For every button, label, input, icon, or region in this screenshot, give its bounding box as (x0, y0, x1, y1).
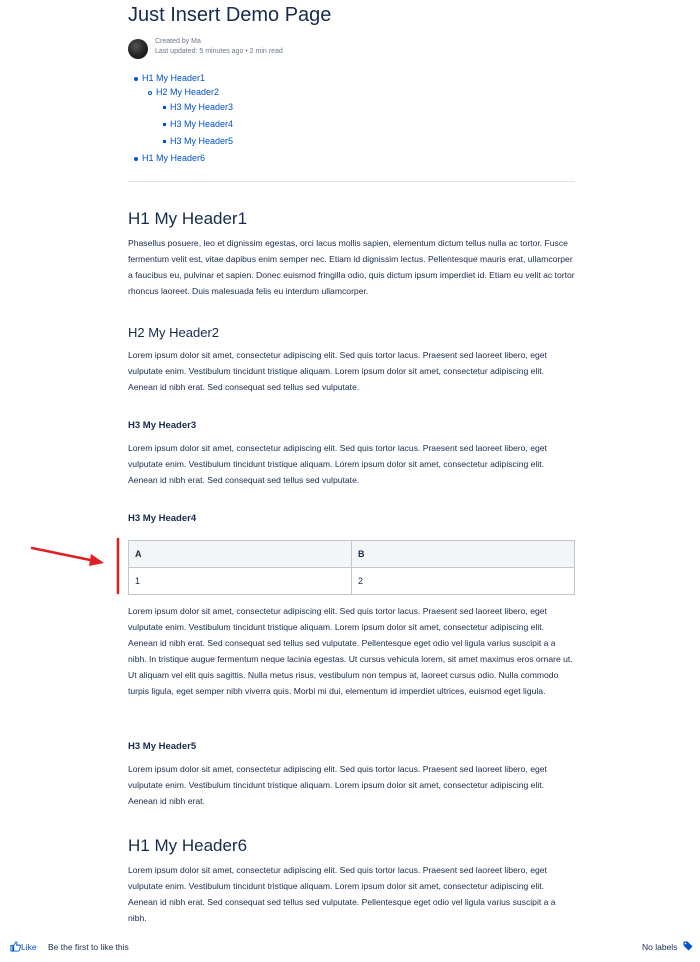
paragraph-header6: Lorem ipsum dolor sit amet, consectetur … (128, 865, 556, 923)
like-button[interactable]: Like (21, 942, 37, 952)
toc-bullet (163, 140, 166, 143)
data-table: A B 1 2 (128, 540, 575, 595)
table-header-cell: A (129, 541, 352, 568)
toc-link-header1[interactable]: H1 My Header1 (142, 73, 205, 83)
toc-bullet (134, 157, 138, 161)
labels-status: No labels (642, 942, 678, 952)
toc-link-header4[interactable]: H3 My Header4 (170, 119, 233, 129)
like-prompt: Be the first to like this (48, 942, 129, 952)
toc-bullet (148, 91, 152, 95)
last-updated[interactable]: Last updated: 5 minutes ago • 2 min read (155, 48, 283, 55)
toc-link-header2[interactable]: H2 My Header2 (156, 87, 219, 97)
toc-bullet (134, 77, 138, 81)
paragraph-header1: Phasellus posuere, leo et dignissim eges… (128, 238, 575, 296)
heading-h1-header6: H1 My Header6 (128, 836, 248, 855)
table-header-cell: B (352, 541, 574, 568)
annotation-arrow (30, 546, 97, 563)
table-cell: 1 (129, 568, 352, 595)
table-cell: 2 (358, 576, 364, 586)
toc-bullet (163, 106, 166, 109)
divider (128, 181, 575, 182)
toc-link-header5[interactable]: H3 My Header5 (170, 136, 233, 146)
tag-icon[interactable] (683, 941, 693, 951)
byline: Created by Ma Last updated: 5 minutes ag… (128, 38, 428, 60)
page-title: Just Insert Demo Page (128, 4, 332, 26)
paragraph-header4: Lorem ipsum dolor sit amet, consectetur … (128, 606, 573, 696)
paragraph-header3: Lorem ipsum dolor sit amet, consectetur … (128, 443, 547, 485)
heading-h1-header1: H1 My Header1 (128, 209, 248, 228)
paragraph-header5: Lorem ipsum dolor sit amet, consectetur … (128, 764, 547, 806)
heading-h3-header4: H3 My Header4 (128, 513, 197, 524)
heading-h3-header5: H3 My Header5 (128, 741, 197, 752)
annotation-arrowhead (89, 554, 104, 566)
thumbs-up-icon[interactable] (10, 941, 21, 952)
paragraph-header2: Lorem ipsum dolor sit amet, consectetur … (128, 350, 547, 392)
page-footer: Like Be the first to like this No labels (0, 938, 700, 958)
toc-link-header6[interactable]: H1 My Header6 (142, 153, 205, 163)
avatar[interactable] (128, 39, 148, 59)
created-by: Created by Ma (155, 38, 201, 45)
heading-h3-header3: H3 My Header3 (128, 420, 197, 431)
toc-link-header3[interactable]: H3 My Header3 (170, 102, 233, 112)
toc-bullet (163, 123, 166, 126)
heading-h2-header2: H2 My Header2 (128, 325, 220, 340)
